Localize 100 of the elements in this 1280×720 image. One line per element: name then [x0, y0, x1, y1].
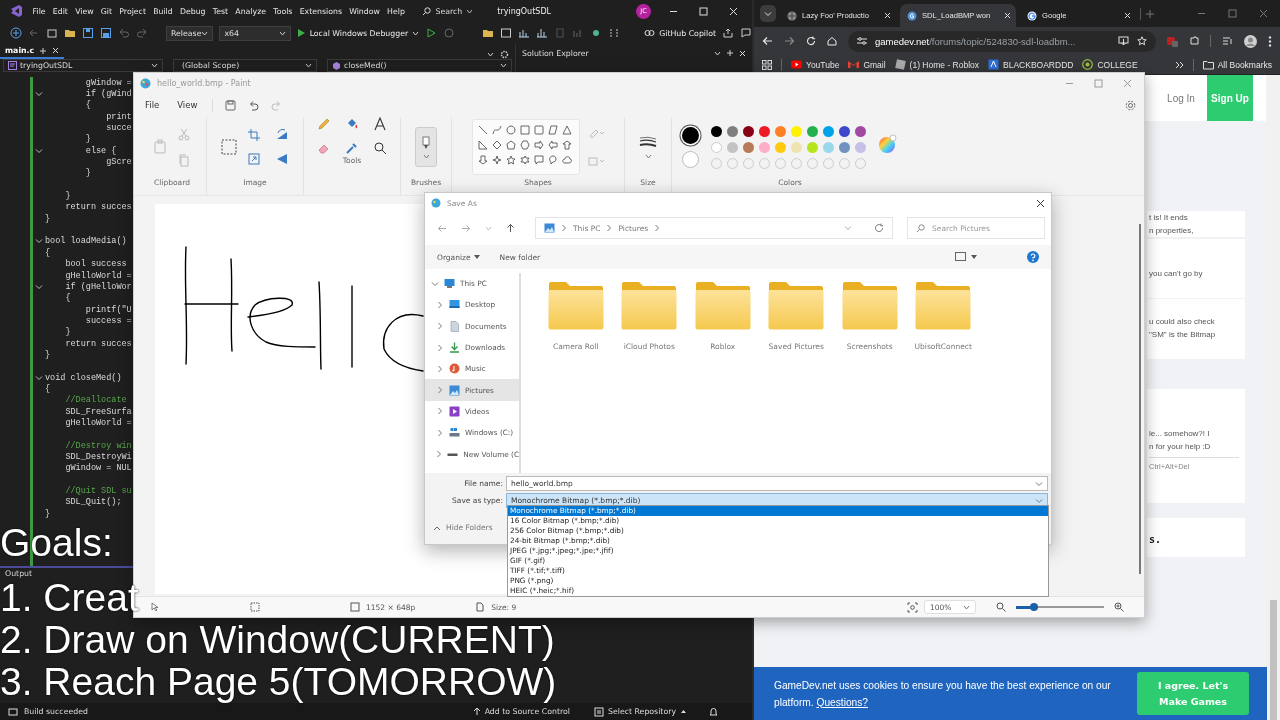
color-swatch[interactable]	[711, 141, 722, 153]
chevron-icon[interactable]	[35, 91, 43, 97]
bookmark[interactable]: YouTube	[791, 59, 840, 70]
color-swatch[interactable]	[759, 125, 770, 137]
caret-icon[interactable]	[151, 63, 158, 68]
up-icon[interactable]	[506, 223, 515, 233]
color-swatch[interactable]	[839, 125, 850, 137]
save-icon[interactable]	[82, 27, 94, 39]
site-settings-icon[interactable]	[857, 37, 867, 45]
redo-icon[interactable]	[136, 27, 148, 39]
menu-item[interactable]: View	[174, 100, 201, 110]
undo-icon[interactable]	[118, 27, 130, 39]
bookmark[interactable]: BLACKBOARDDD	[988, 59, 1074, 70]
line-width-icon[interactable]	[639, 135, 657, 148]
resize-icon[interactable]	[247, 152, 261, 166]
color-swatch[interactable]	[791, 125, 802, 137]
bookmark[interactable]: All Bookmarks	[1202, 59, 1272, 70]
caret-icon[interactable]	[466, 8, 474, 14]
profile-avatar[interactable]	[1244, 34, 1257, 48]
new-tab-icon[interactable]	[1145, 8, 1155, 19]
debug-icon[interactable]	[443, 27, 456, 39]
color-swatch[interactable]	[759, 141, 770, 153]
chevron-icon[interactable]	[35, 147, 43, 154]
bookmark[interactable]: Gmail	[848, 59, 886, 70]
color-swatch[interactable]	[775, 141, 786, 153]
bell-icon[interactable]	[709, 706, 718, 717]
pin-icon[interactable]	[726, 49, 734, 57]
run-icon[interactable]	[425, 27, 438, 39]
tab-list-button[interactable]	[760, 5, 776, 22]
folder-icon[interactable]	[64, 27, 76, 39]
share-icon[interactable]	[722, 27, 734, 39]
color-swatch[interactable]	[775, 125, 786, 137]
color-swatch[interactable]	[855, 141, 866, 153]
color-swatch[interactable]	[711, 125, 722, 137]
format-icon[interactable]	[607, 27, 620, 39]
color-swatch[interactable]	[807, 141, 818, 153]
apps-icon[interactable]	[762, 59, 772, 70]
chart-icon[interactable]	[517, 27, 530, 39]
save-icon[interactable]	[225, 99, 237, 111]
bookmark[interactable]: COLLEGE	[1082, 59, 1138, 70]
chevron-icon[interactable]	[35, 238, 43, 245]
more-icon[interactable]	[1174, 60, 1184, 69]
undo-icon[interactable]	[248, 99, 260, 111]
zoom-in-icon[interactable]	[1114, 602, 1124, 612]
chart-icon[interactable]	[535, 27, 548, 39]
address-field[interactable]: gamedev.net/forums/topic/524830-sdl-loadbm...	[848, 30, 1156, 52]
extension-icon[interactable]	[1167, 35, 1178, 47]
home-icon[interactable]	[827, 36, 837, 46]
project-icon[interactable]	[46, 27, 58, 39]
forward-icon[interactable]	[784, 36, 795, 46]
caret-icon[interactable]	[278, 30, 286, 36]
chevron-icon[interactable]	[35, 283, 43, 290]
caret-icon[interactable]	[714, 50, 721, 56]
help-icon[interactable]	[1027, 251, 1039, 263]
install-icon[interactable]	[1118, 36, 1129, 46]
color-swatch[interactable]	[855, 125, 866, 137]
folder-icon[interactable]	[481, 27, 494, 39]
media-icon[interactable]	[1222, 36, 1233, 46]
color-swatch[interactable]	[839, 141, 850, 153]
color-picker-icon[interactable]	[345, 141, 359, 155]
window-icon[interactable]	[499, 27, 512, 39]
login-link[interactable]: Log In	[1159, 75, 1203, 121]
feedback-icon[interactable]	[740, 27, 752, 39]
bookmark[interactable]: (1) Home - Roblox	[894, 59, 980, 70]
puzzle-icon[interactable]	[1189, 36, 1199, 46]
close-icon[interactable]	[1036, 198, 1045, 208]
color-swatch[interactable]	[743, 141, 754, 153]
pin-icon[interactable]	[39, 46, 48, 55]
add-icon[interactable]	[10, 27, 22, 39]
color-swatch[interactable]	[791, 141, 802, 153]
select-icon[interactable]	[221, 139, 237, 155]
star-icon[interactable]	[1137, 36, 1147, 46]
chevron-icon[interactable]	[35, 374, 43, 381]
color-swatch[interactable]	[727, 125, 738, 137]
color-swatch[interactable]	[823, 141, 834, 153]
menu-item[interactable]: File	[142, 100, 163, 110]
color-wheel-icon[interactable]	[878, 134, 898, 154]
caret-icon[interactable]	[412, 30, 420, 36]
magnifier-icon[interactable]	[373, 141, 387, 155]
crop-icon[interactable]	[247, 128, 261, 142]
menu-icon[interactable]	[1268, 35, 1272, 47]
zoom-out-icon[interactable]	[996, 602, 1006, 612]
view-icon[interactable]	[955, 252, 966, 262]
caret-icon[interactable]	[305, 63, 312, 68]
reload-icon[interactable]	[806, 36, 816, 46]
flip-icon[interactable]	[275, 152, 289, 166]
color-swatch[interactable]	[823, 125, 834, 137]
forward-icon[interactable]	[461, 223, 471, 233]
primary-color-swatch[interactable]	[682, 126, 699, 144]
caret-icon[interactable]	[680, 709, 687, 714]
text-tool-icon[interactable]	[373, 117, 387, 131]
secondary-color-swatch[interactable]	[682, 150, 699, 168]
save-all-icon[interactable]	[100, 27, 112, 39]
rotate-icon[interactable]	[275, 128, 289, 142]
questions-link[interactable]: Questions?	[816, 696, 868, 708]
scrollbar[interactable]	[1266, 75, 1280, 720]
caret-icon[interactable]	[201, 30, 209, 36]
pencil-icon[interactable]	[317, 117, 331, 131]
color-swatch[interactable]	[807, 125, 818, 137]
color-swatch[interactable]	[743, 125, 754, 137]
